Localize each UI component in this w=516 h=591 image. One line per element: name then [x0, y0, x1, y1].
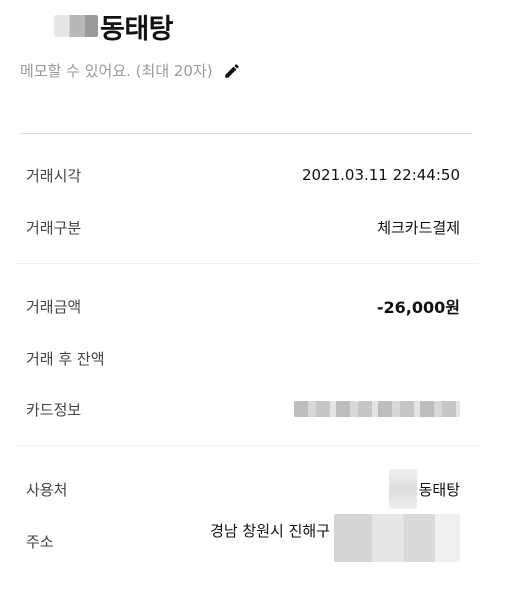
address-label: 주소 — [26, 532, 54, 551]
redacted-merchant-prefix — [54, 15, 98, 37]
redacted-merchant-prefix — [388, 469, 417, 509]
section-divider — [14, 263, 479, 264]
merchant-label: 사용처 — [26, 480, 68, 499]
transaction-time-value: 2021.03.11 22:44:50 — [301, 166, 460, 184]
transaction-type-value: 체크카드결제 — [377, 218, 460, 237]
address-value: 경남 창원시 진해구 — [210, 522, 330, 540]
row-balance: 거래 후 잔액 — [26, 343, 460, 373]
row-amount: 거래금액 -26,000원 — [26, 291, 460, 321]
row-address: 주소 경남 창원시 진해구 — [26, 514, 460, 562]
memo-row[interactable]: 메모할 수 있어요. (최대 20자) — [20, 60, 241, 81]
merchant-value-wrap: 동태탕 — [388, 469, 460, 509]
card-info-label: 카드정보 — [26, 400, 82, 419]
section-divider — [14, 446, 479, 447]
redacted-address-detail — [334, 514, 460, 562]
header-divider — [20, 133, 472, 134]
row-transaction-time: 거래시각 2021.03.11 22:44:50 — [26, 160, 460, 190]
row-merchant: 사용처 동태탕 — [26, 469, 460, 509]
transaction-time-label: 거래시각 — [26, 166, 82, 185]
transaction-header: 동태탕 메모할 수 있어요. (최대 20자) — [0, 0, 516, 140]
row-transaction-type: 거래구분 체크카드결제 — [26, 212, 460, 242]
page-title: 동태탕 — [100, 13, 174, 45]
address-value-wrap: 경남 창원시 진해구 — [210, 514, 460, 562]
pencil-icon[interactable] — [223, 62, 241, 80]
amount-label: 거래금액 — [26, 297, 82, 316]
transaction-type-label: 거래구분 — [26, 218, 82, 237]
redacted-card-number — [294, 401, 460, 417]
title-row: 동태탕 — [54, 6, 174, 46]
row-card-info: 카드정보 — [26, 394, 460, 424]
memo-placeholder[interactable]: 메모할 수 있어요. (최대 20자) — [20, 60, 213, 81]
balance-label: 거래 후 잔액 — [26, 349, 105, 368]
merchant-value: 동태탕 — [418, 480, 460, 499]
amount-value: -26,000원 — [376, 298, 460, 317]
